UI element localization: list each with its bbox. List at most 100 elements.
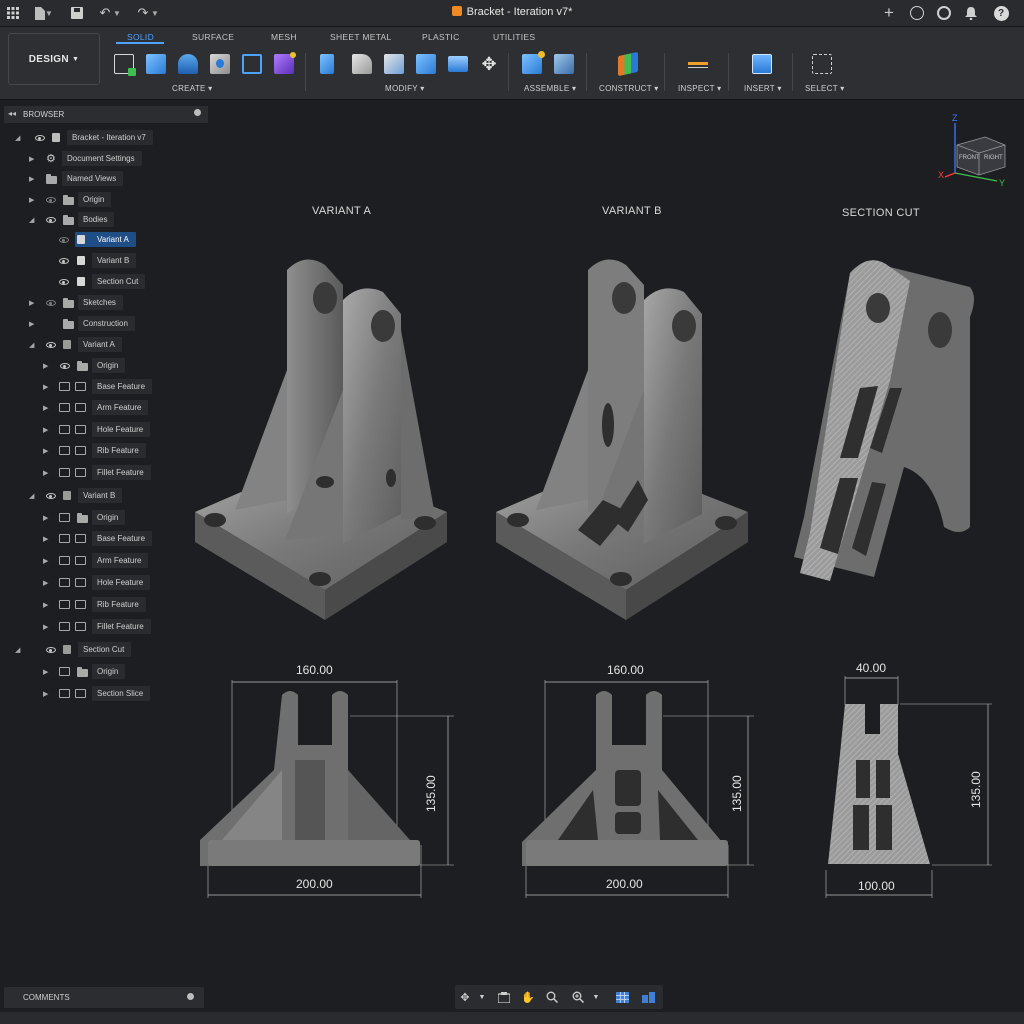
tree-item-section-slice[interactable]: ▶ Section Slice xyxy=(42,685,151,702)
visibility-eye-icon[interactable] xyxy=(46,493,56,499)
zoom-icon[interactable] xyxy=(545,990,559,1004)
group-assemble[interactable]: ASSEMBLE ▾ xyxy=(524,84,576,93)
combine-icon[interactable] xyxy=(448,56,468,72)
orbit-icon[interactable]: ✥ xyxy=(458,990,472,1004)
browser-pin-icon[interactable] xyxy=(194,109,201,116)
collapse-browser-icon[interactable]: ◂◂ xyxy=(8,109,16,118)
group-inspect[interactable]: INSPECT ▾ xyxy=(678,84,721,93)
tab-utilities[interactable]: UTILITIES xyxy=(493,32,535,42)
collapse-arrow-icon[interactable]: ◢ xyxy=(29,216,34,224)
tree-item-component-variant-b[interactable]: ◢ Variant B xyxy=(28,487,123,504)
expand-arrow-icon[interactable]: ▶ xyxy=(43,668,48,676)
revolve-icon[interactable] xyxy=(178,54,198,74)
group-select[interactable]: SELECT ▾ xyxy=(805,84,845,93)
hidden-eye-icon[interactable] xyxy=(59,237,69,243)
tree-item-root[interactable]: ◢ Bracket - Iteration v7 xyxy=(14,129,153,146)
add-comment-icon[interactable] xyxy=(187,993,194,1000)
tab-sheet-metal[interactable]: SHEET METAL xyxy=(330,32,392,42)
tree-item-base-feature[interactable]: ▶ Base Feature xyxy=(42,530,153,547)
tree-item-origin[interactable]: ▶ Origin xyxy=(42,357,126,374)
fit-zoom-icon[interactable] xyxy=(571,990,585,1004)
new-component-icon[interactable] xyxy=(522,51,545,74)
visibility-eye-icon[interactable] xyxy=(46,342,56,348)
tree-item-sketches[interactable]: ▶ Sketches xyxy=(28,294,123,311)
tab-solid[interactable]: SOLID xyxy=(127,32,154,42)
tree-item-named-views[interactable]: ▶ Named Views xyxy=(28,170,124,187)
expand-arrow-icon[interactable]: ▶ xyxy=(29,196,34,204)
visibility-eye-icon[interactable] xyxy=(59,258,69,264)
group-create[interactable]: CREATE ▾ xyxy=(172,84,213,93)
hole-icon[interactable] xyxy=(210,54,230,74)
tree-item-component-section-cut[interactable]: ◢ Section Cut xyxy=(14,641,132,658)
expand-arrow-icon[interactable]: ▶ xyxy=(43,514,48,522)
shell-icon[interactable] xyxy=(416,54,436,74)
visibility-eye-icon[interactable] xyxy=(46,217,56,223)
fillet-icon[interactable] xyxy=(352,54,372,74)
tree-item-rib-feature[interactable]: ▶ Rib Feature xyxy=(42,442,146,459)
tree-item-component-variant-a[interactable]: ◢ Variant A xyxy=(28,336,122,353)
tree-item-base-feature[interactable]: ▶ Base Feature xyxy=(42,378,153,395)
joint-icon[interactable] xyxy=(554,54,574,74)
group-modify[interactable]: MODIFY ▾ xyxy=(385,84,425,93)
chamfer-icon[interactable] xyxy=(384,54,404,74)
new-sketch-icon[interactable] xyxy=(114,54,136,76)
variant-a-model[interactable] xyxy=(185,250,455,630)
job-status-icon[interactable] xyxy=(935,4,953,22)
select-box-icon[interactable] xyxy=(812,54,832,74)
tree-item-hole-feature[interactable]: ▶ Hole Feature xyxy=(42,421,151,438)
expand-arrow-icon[interactable]: ▶ xyxy=(43,557,48,565)
tree-item-arm-feature[interactable]: ▶ Arm Feature xyxy=(42,552,149,569)
collapse-arrow-icon[interactable]: ◢ xyxy=(15,646,20,654)
press-pull-icon[interactable] xyxy=(320,54,334,74)
tree-item-origin[interactable]: ▶ Origin xyxy=(28,191,112,208)
expand-arrow-icon[interactable]: ▶ xyxy=(43,579,48,587)
expand-arrow-icon[interactable]: ▶ xyxy=(29,320,34,328)
tree-item-rib-feature[interactable]: ▶ Rib Feature xyxy=(42,596,146,613)
hidden-eye-icon[interactable] xyxy=(46,300,56,306)
tab-mesh[interactable]: MESH xyxy=(271,32,297,42)
tree-item-fillet-feature[interactable]: ▶ Fillet Feature xyxy=(42,618,151,635)
hidden-eye-icon[interactable] xyxy=(46,197,56,203)
viewcube-right-face[interactable]: RIGHT xyxy=(984,155,1003,161)
workspace-switcher-button[interactable]: DESIGN ▼ xyxy=(8,33,100,85)
browser-header[interactable]: ◂◂ BROWSER xyxy=(4,106,208,123)
zoom-caret-icon[interactable]: ▼ xyxy=(589,990,603,1004)
variant-a-base-dimension[interactable]: 200.00 xyxy=(296,877,333,891)
visibility-eye-icon[interactable] xyxy=(59,279,69,285)
collapse-arrow-icon[interactable]: ◢ xyxy=(29,492,34,500)
tree-item-document-settings[interactable]: ▶ ⚙ Document Settings xyxy=(28,150,142,167)
measure-icon[interactable] xyxy=(688,54,708,74)
expand-arrow-icon[interactable]: ▶ xyxy=(43,601,48,609)
collapse-arrow-icon[interactable]: ◢ xyxy=(29,341,34,349)
expand-arrow-icon[interactable]: ▶ xyxy=(43,623,48,631)
visibility-eye-icon[interactable] xyxy=(35,135,45,141)
section-cut-height-dimension[interactable]: 135.00 xyxy=(969,771,983,808)
variant-b-height-dimension[interactable]: 135.00 xyxy=(730,775,744,812)
display-settings-icon[interactable] xyxy=(615,990,629,1004)
move-copy-icon[interactable]: ✥ xyxy=(479,54,499,74)
variant-a-width-dimension[interactable]: 160.00 xyxy=(296,663,333,677)
variant-b-width-dimension[interactable]: 160.00 xyxy=(607,663,644,677)
tree-item-fillet-feature[interactable]: ▶ Fillet Feature xyxy=(42,464,151,481)
tree-item-hole-feature[interactable]: ▶ Hole Feature xyxy=(42,574,151,591)
orbit-caret-icon[interactable]: ▼ xyxy=(475,990,489,1004)
expand-arrow-icon[interactable]: ▶ xyxy=(43,383,48,391)
expand-arrow-icon[interactable]: ▶ xyxy=(43,362,48,370)
offset-plane-icon[interactable] xyxy=(618,51,638,77)
expand-arrow-icon[interactable]: ▶ xyxy=(29,155,34,163)
expand-arrow-icon[interactable]: ▶ xyxy=(29,299,34,307)
viewcube[interactable]: FRONT RIGHT Z X Y xyxy=(935,113,1010,195)
group-construct[interactable]: CONSTRUCT ▾ xyxy=(599,84,659,93)
expand-arrow-icon[interactable]: ▶ xyxy=(43,690,48,698)
look-at-icon[interactable] xyxy=(497,990,511,1004)
expand-arrow-icon[interactable]: ▶ xyxy=(43,469,48,477)
variant-b-base-dimension[interactable]: 200.00 xyxy=(606,877,643,891)
tree-item-body-section-cut[interactable]: Section Cut xyxy=(56,273,146,290)
pan-hand-icon[interactable]: ✋ xyxy=(521,990,535,1004)
tree-item-origin[interactable]: ▶ Origin xyxy=(42,663,126,680)
tab-plastic[interactable]: PLASTIC xyxy=(422,32,460,42)
expand-arrow-icon[interactable]: ▶ xyxy=(43,404,48,412)
expand-arrow-icon[interactable]: ▶ xyxy=(43,447,48,455)
comments-panel[interactable]: COMMENTS xyxy=(4,987,204,1008)
expand-arrow-icon[interactable]: ▶ xyxy=(43,535,48,543)
